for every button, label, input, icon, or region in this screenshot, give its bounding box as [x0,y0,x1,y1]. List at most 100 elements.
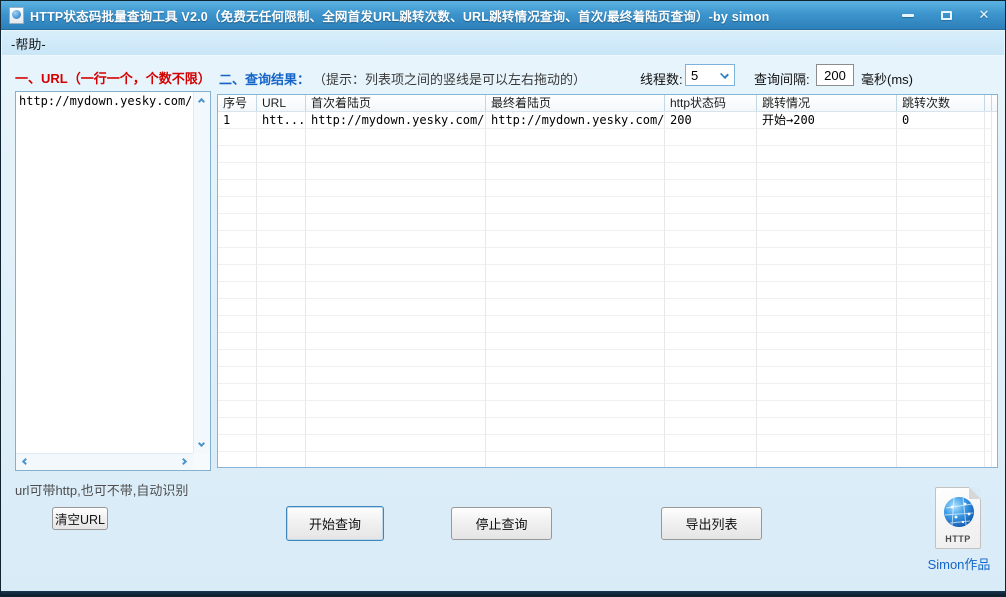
title-bar[interactable]: HTTP状态码批量查询工具 V2.0（免费无任何限制、全网首发URL跳转次数、U… [1,1,1005,30]
table-cell [897,129,985,146]
table-cell [486,367,665,384]
table-cell [306,384,486,401]
menu-bar: -帮助- [2,31,1004,56]
table-cell [897,231,985,248]
table-cell [257,231,306,248]
table-cell [486,418,665,435]
table-cell [257,316,306,333]
table-cell [218,265,257,282]
table-row [218,401,997,418]
globe-icon [942,495,976,529]
results-table: 序号URL首次着陆页最终着陆页http状态码跳转情况跳转次数 1htt...ht… [217,94,998,468]
table-cell: http://mydown.yesky.com/ [486,112,665,129]
table-cell [897,316,985,333]
column-header-3[interactable]: 最终着陆页 [486,95,665,111]
table-cell [306,265,486,282]
table-cell [757,418,897,435]
minimize-button[interactable] [895,6,921,24]
table-cell [665,452,757,468]
table-cell [665,146,757,163]
table-cell [757,401,897,418]
column-header-1[interactable]: URL [257,95,306,111]
table-cell [985,231,992,248]
table-cell [757,265,897,282]
table-cell [757,350,897,367]
table-cell [665,214,757,231]
vertical-scrollbar[interactable] [193,92,210,453]
table-cell [486,316,665,333]
table-cell [486,333,665,350]
table-cell [306,316,486,333]
scroll-up-icon[interactable] [198,96,206,104]
table-cell [486,384,665,401]
table-row[interactable]: 1htt...http://mydown.yesky.com/http://my… [218,112,997,129]
table-row [218,265,997,282]
results-section-hint: （提示：列表项之间的竖线是可以左右拖动的） [313,69,586,88]
table-cell [486,180,665,197]
table-cell [985,435,992,452]
scroll-right-icon[interactable] [181,458,189,466]
stop-query-button[interactable]: 停止查询 [451,507,552,540]
table-header-row: 序号URL首次着陆页最终着陆页http状态码跳转情况跳转次数 [218,95,997,112]
table-cell [757,452,897,468]
close-button[interactable]: ✕ [971,6,997,24]
maximize-button[interactable] [933,6,959,24]
start-query-button[interactable]: 开始查询 [286,506,384,541]
horizontal-scrollbar[interactable] [16,453,193,470]
column-header-0[interactable]: 序号 [218,95,257,111]
table-cell [257,333,306,350]
table-cell [218,435,257,452]
table-cell: http://mydown.yesky.com/ [306,112,486,129]
table-cell [218,197,257,214]
table-cell [897,146,985,163]
table-cell [757,282,897,299]
table-row [218,282,997,299]
table-row [218,197,997,214]
column-header-4[interactable]: http状态码 [665,95,757,111]
table-cell [985,146,992,163]
table-row [218,333,997,350]
column-header-7[interactable] [985,95,992,111]
column-header-2[interactable]: 首次着陆页 [306,95,486,111]
interval-input[interactable] [816,64,854,86]
table-row [218,435,997,452]
table-cell [897,180,985,197]
window-controls: ✕ [895,6,997,24]
table-cell [897,350,985,367]
table-cell [306,418,486,435]
column-header-5[interactable]: 跳转情况 [757,95,897,111]
table-cell [665,350,757,367]
scroll-down-icon[interactable] [198,441,206,449]
scroll-left-icon[interactable] [20,458,28,466]
table-cell [897,248,985,265]
column-header-6[interactable]: 跳转次数 [897,95,985,111]
clear-url-button[interactable]: 清空URL [52,507,108,530]
export-list-button[interactable]: 导出列表 [661,507,762,540]
table-cell [486,197,665,214]
table-row [218,214,997,231]
interval-unit-label: 毫秒(ms) [861,69,913,88]
threads-select-value: 5 [691,68,698,83]
table-cell [665,333,757,350]
table-cell [665,282,757,299]
table-cell [218,282,257,299]
table-cell [985,282,992,299]
table-row [218,299,997,316]
table-cell [306,248,486,265]
table-cell [985,367,992,384]
table-cell [665,384,757,401]
table-cell [218,248,257,265]
table-cell [218,367,257,384]
table-row [218,163,997,180]
menu-item-help[interactable]: -帮助- [11,34,46,53]
table-cell [757,163,897,180]
table-cell [486,350,665,367]
table-cell [757,435,897,452]
url-textarea[interactable]: http://mydown.yesky.com/ [15,91,211,471]
threads-label: 线程数: [640,69,683,88]
table-cell [897,435,985,452]
table-cell: 0 [897,112,985,129]
table-cell [665,265,757,282]
table-cell [897,401,985,418]
threads-select[interactable]: 5 [685,64,735,86]
